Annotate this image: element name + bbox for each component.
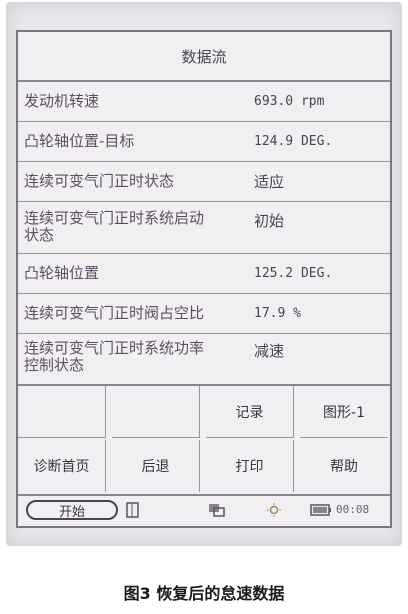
data-row[interactable]: 发动机转速 693.0 rpm (18, 82, 390, 122)
diagnostic-home-button[interactable]: 诊断首页 (18, 440, 106, 492)
data-row[interactable]: 连续可变气门正时系统启动状态 初始 (18, 202, 390, 254)
data-row-label: 连续可变气门正时阀占空比 (24, 304, 205, 322)
data-row-value: 693.0 rpm (254, 94, 325, 109)
data-row-value: 初始 (254, 212, 285, 230)
start-button[interactable]: 开始 (26, 500, 118, 520)
figure-caption: 图3 恢复后的怠速数据 (123, 584, 285, 603)
data-row-label: 连续可变气门正时状态 (24, 172, 175, 190)
status-bar: 开始 00:08 (18, 498, 390, 526)
data-row[interactable]: 凸轮轴位置 125.2 DEG. (18, 254, 390, 294)
data-row-label: 凸轮轴位置-目标 (24, 132, 135, 150)
back-button[interactable]: 后退 (112, 440, 200, 492)
data-row-label: 凸轮轴位置 (24, 264, 100, 282)
function-button-1[interactable] (18, 386, 106, 438)
data-row-label: 连续可变气门正时系统功率控制状态 (24, 339, 205, 374)
record-button[interactable]: 记录 (206, 386, 294, 438)
windows-icon[interactable] (208, 502, 226, 518)
data-row-value: 125.2 DEG. (254, 266, 333, 281)
data-row-label: 连续可变气门正时系统启动状态 (24, 209, 205, 244)
data-row[interactable]: 连续可变气门正时系统功率控制状态 减速 (18, 334, 390, 384)
print-button[interactable]: 打印 (206, 440, 294, 492)
status-clock: 00:08 (336, 503, 370, 516)
function-button-2[interactable] (112, 386, 200, 438)
data-row[interactable]: 连续可变气门正时状态 适应 (18, 162, 390, 202)
scan-tool-device: 数据流 发动机转速 693.0 rpm 凸轮轴位置-目标 124.9 DEG. … (6, 2, 402, 546)
graph-1-button[interactable]: 图形-1 (300, 386, 388, 438)
data-row-value: 17.9 % (254, 306, 301, 321)
data-row-value: 124.9 DEG. (254, 134, 333, 149)
data-row-value: 减速 (254, 342, 285, 360)
data-row-label: 发动机转速 (24, 92, 100, 110)
function-button-grid: 记录 图形-1 诊断首页 后退 打印 帮助 (18, 384, 390, 496)
data-row[interactable]: 凸轮轴位置-目标 124.9 DEG. (18, 122, 390, 162)
data-row[interactable]: 连续可变气门正时阀占空比 17.9 % (18, 294, 390, 334)
battery-icon (310, 502, 331, 518)
document-icon[interactable] (126, 502, 144, 518)
data-row-value: 适应 (254, 173, 285, 191)
screen-title: 数据流 (18, 32, 390, 82)
help-button[interactable]: 帮助 (300, 440, 388, 492)
scan-tool-screen: 数据流 发动机转速 693.0 rpm 凸轮轴位置-目标 124.9 DEG. … (16, 30, 392, 528)
brightness-icon[interactable] (266, 502, 284, 518)
